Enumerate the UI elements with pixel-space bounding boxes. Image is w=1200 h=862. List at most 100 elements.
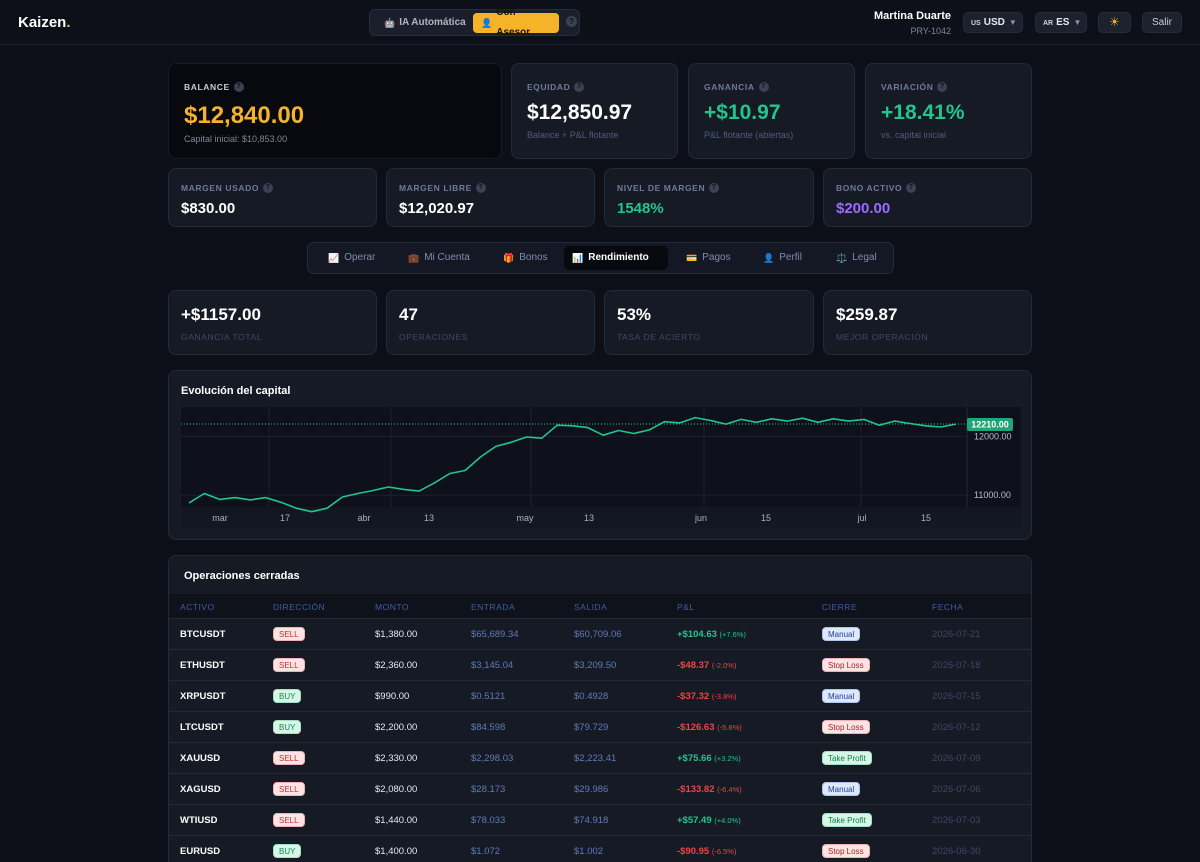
help-icon[interactable]: ? <box>937 82 948 92</box>
equity-card: EQUIDAD? $12,850.97 Balance + P&L flotan… <box>511 63 678 159</box>
entry-cell: $78.033 <box>471 815 506 826</box>
equity-chart-card: Evolución del capital 12000.00 11000.00 12… <box>168 370 1032 540</box>
close-type-badge: Take Profit <box>822 813 872 827</box>
help-icon[interactable]: ? <box>758 82 769 92</box>
pnl-cell: -$133.82 (-6.4%) <box>677 784 742 795</box>
equity-value: $12,850.97 <box>527 101 633 124</box>
tab-operar[interactable]: 📈 Operar <box>320 246 383 270</box>
logo[interactable]: Kaizen. <box>18 14 71 31</box>
pnl-cell: +$104.63 (+7.6%) <box>677 629 747 640</box>
table-row[interactable]: XAUUSD SELL $2,330.00 $2,298.03 $2,223.41 +$7… <box>169 742 1031 773</box>
amount-cell: $2,330.00 <box>375 753 418 764</box>
amount-cell: $990.00 <box>375 691 410 702</box>
close-type-badge: Take Profit <box>822 751 872 765</box>
tab-rendimiento[interactable]: 📊 Rendimiento <box>564 246 668 270</box>
pnl-cell: -$126.63 (-5.8%) <box>677 722 742 733</box>
date-cell: 2026-06-30 <box>932 846 981 857</box>
date-cell: 2026-07-21 <box>932 629 981 640</box>
tab-mi-cuenta[interactable]: 💼 Mi Cuenta <box>400 246 478 270</box>
gain-value: +$10.97 <box>704 101 781 124</box>
bar-chart-icon: 📊 <box>572 253 584 263</box>
table-row[interactable]: EURUSD BUY $1,400.00 $1.072 $1.002 -$90.95 (-… <box>169 835 1031 862</box>
entry-cell: $3,145.04 <box>471 660 514 671</box>
pnl-percent: (-3.8%) <box>711 692 737 701</box>
total-gain-card: +$1157.00 GANANCIA TOTAL <box>168 290 377 355</box>
help-icon[interactable]: ? <box>709 183 720 193</box>
x-tick-label: may <box>516 513 534 523</box>
mode-asesor-button[interactable]: 👤 Con Asesor <box>473 7 559 38</box>
theme-toggle[interactable]: ☀ <box>1098 12 1131 33</box>
table-row[interactable]: XAGUSD SELL $2,080.00 $28.173 $29.986 -$133.8… <box>169 773 1031 804</box>
close-type-badge: Stop Loss <box>822 844 870 858</box>
table-title: Operaciones cerradas <box>184 570 300 582</box>
tab-legal[interactable]: ⚖️ Legal <box>828 246 885 270</box>
exit-cell: $1.002 <box>574 846 604 857</box>
amount-cell: $2,200.00 <box>375 722 418 733</box>
top-bar: Kaizen. 🤖 IA Automática 👤 Con Asesor ? M… <box>0 0 1200 45</box>
asset-cell: ETHUSDT <box>180 660 225 671</box>
amount-cell: $1,380.00 <box>375 629 418 640</box>
direction-badge: SELL <box>273 782 305 796</box>
date-cell: 2026-07-18 <box>932 660 981 671</box>
help-icon[interactable]: ? <box>574 82 585 92</box>
asset-cell: XRPUSDT <box>180 691 226 702</box>
asset-cell: XAGUSD <box>180 784 221 795</box>
x-tick-label: jul <box>856 513 866 523</box>
column-header: ACTIVO <box>180 602 215 612</box>
initial-capital: Capital inicial: $10,853.00 <box>184 134 288 144</box>
y-tick-label: 11000.00 <box>974 490 1011 500</box>
x-tick-label: 13 <box>584 513 594 523</box>
balance-value: $12,840.00 <box>184 102 305 129</box>
language-select[interactable]: AR ES ▼ <box>1035 12 1087 33</box>
pnl-cell: -$90.95 (-6.5%) <box>677 846 737 857</box>
help-icon[interactable]: ? <box>906 183 917 193</box>
exit-cell: $0.4928 <box>574 691 609 702</box>
asset-cell: BTCUSDT <box>180 629 226 640</box>
win-rate-card: 53% TASA DE ACIERTO <box>604 290 814 355</box>
column-header: DIRECCIÓN <box>273 602 326 612</box>
equity-chart[interactable]: 12000.00 11000.00 12210.00 mar 17 abr 13 may 13 j… <box>181 407 1021 528</box>
direction-badge: BUY <box>273 844 302 858</box>
close-type-badge: Stop Loss <box>822 720 870 734</box>
column-header: CIERRE <box>822 602 858 612</box>
tab-bonos[interactable]: 🎁 Bonos <box>495 246 556 270</box>
direction-badge: BUY <box>273 720 302 734</box>
tab-pagos[interactable]: 💳 Pagos <box>678 246 739 270</box>
tab-perfil[interactable]: 👤 Perfil <box>755 246 810 270</box>
help-icon[interactable]: ? <box>566 16 577 27</box>
entry-cell: $2,298.03 <box>471 753 514 764</box>
mode-ia-button[interactable]: 🤖 IA Automática <box>376 13 474 33</box>
help-icon[interactable]: ? <box>233 82 244 92</box>
table-row[interactable]: WTIUSD SELL $1,440.00 $78.033 $74.918 +$57.49… <box>169 804 1031 835</box>
asset-cell: WTIUSD <box>180 815 218 826</box>
close-type-badge: Manual <box>822 782 861 796</box>
table-row[interactable]: LTCUSDT BUY $2,200.00 $84.598 $79.729 -$126.6… <box>169 711 1031 742</box>
table-row[interactable]: BTCUSDT SELL $1,380.00 $65,689.34 $60,709.06… <box>169 618 1031 649</box>
amount-cell: $1,440.00 <box>375 815 418 826</box>
asset-cell: LTCUSDT <box>180 722 224 733</box>
currency-select[interactable]: US USD ▼ <box>963 12 1023 33</box>
chart-up-icon: 📈 <box>328 253 340 263</box>
gift-icon: 🎁 <box>503 253 515 263</box>
table-row[interactable]: XRPUSDT BUY $990.00 $0.5121 $0.4928 -$37.32 (… <box>169 680 1031 711</box>
help-icon[interactable]: ? <box>475 183 486 193</box>
date-cell: 2026-07-09 <box>932 753 981 764</box>
direction-badge: SELL <box>273 658 305 672</box>
logout-button[interactable]: Salir <box>1142 12 1182 33</box>
chart-area[interactable]: 12000.00 11000.00 12210.00 mar 17 abr 13 may 13 j… <box>181 407 1021 528</box>
flag-icon: US <box>971 20 981 27</box>
caret-down-icon: ▼ <box>1008 18 1017 27</box>
exit-cell: $3,209.50 <box>574 660 617 671</box>
pnl-percent: (+7.6%) <box>719 630 747 639</box>
help-icon[interactable]: ? <box>263 183 274 193</box>
user-id: PRY-1042 <box>910 26 951 36</box>
table-row[interactable]: ETHUSDT SELL $2,360.00 $3,145.04 $3,209.50 -$… <box>169 649 1031 680</box>
pnl-percent: (+4.0%) <box>714 816 741 825</box>
x-tick-label: jun <box>694 513 707 523</box>
exit-cell: $60,709.06 <box>574 629 622 640</box>
flag-icon: AR <box>1043 20 1054 27</box>
date-cell: 2026-07-03 <box>932 815 981 826</box>
mode-switch: 🤖 IA Automática 👤 Con Asesor ? <box>369 7 580 38</box>
table-header: ACTIVO DIRECCIÓN MONTO ENTRADA SALIDA P&… <box>169 594 1031 618</box>
column-header: FECHA <box>932 602 964 612</box>
